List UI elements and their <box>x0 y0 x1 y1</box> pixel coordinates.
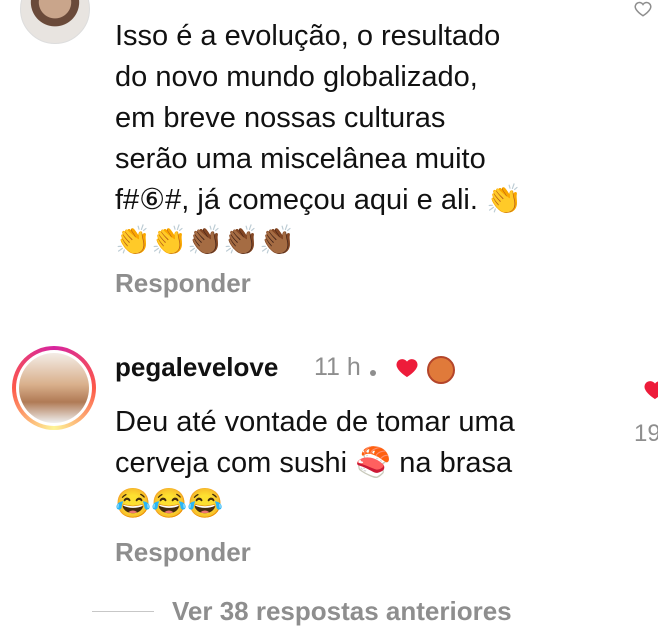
comment-text: Deu até vontade de tomar uma cerveja com… <box>115 406 515 520</box>
comment-username[interactable]: pegalevelove <box>115 352 278 383</box>
like-heart-outline-icon[interactable] <box>634 0 652 18</box>
view-previous-replies-button[interactable]: Ver 38 respostas anteriores <box>172 596 512 627</box>
separator-dot <box>370 370 376 376</box>
commenter-avatar-story-ring[interactable] <box>12 346 96 430</box>
reply-button[interactable]: Responder <box>115 537 251 568</box>
comment-time: 11 h <box>314 353 361 381</box>
reply-button[interactable]: Responder <box>115 268 251 299</box>
comment-text: Isso é a evolução, o resultado do novo m… <box>115 20 523 257</box>
liked-by-author-heart-icon <box>396 359 418 378</box>
like-heart-filled-icon[interactable] <box>644 380 658 400</box>
user-avatar <box>19 353 89 423</box>
author-badge-icon <box>427 356 455 384</box>
like-count: 19 <box>634 420 658 447</box>
replies-divider <box>92 611 154 612</box>
commenter-avatar[interactable] <box>20 0 90 44</box>
